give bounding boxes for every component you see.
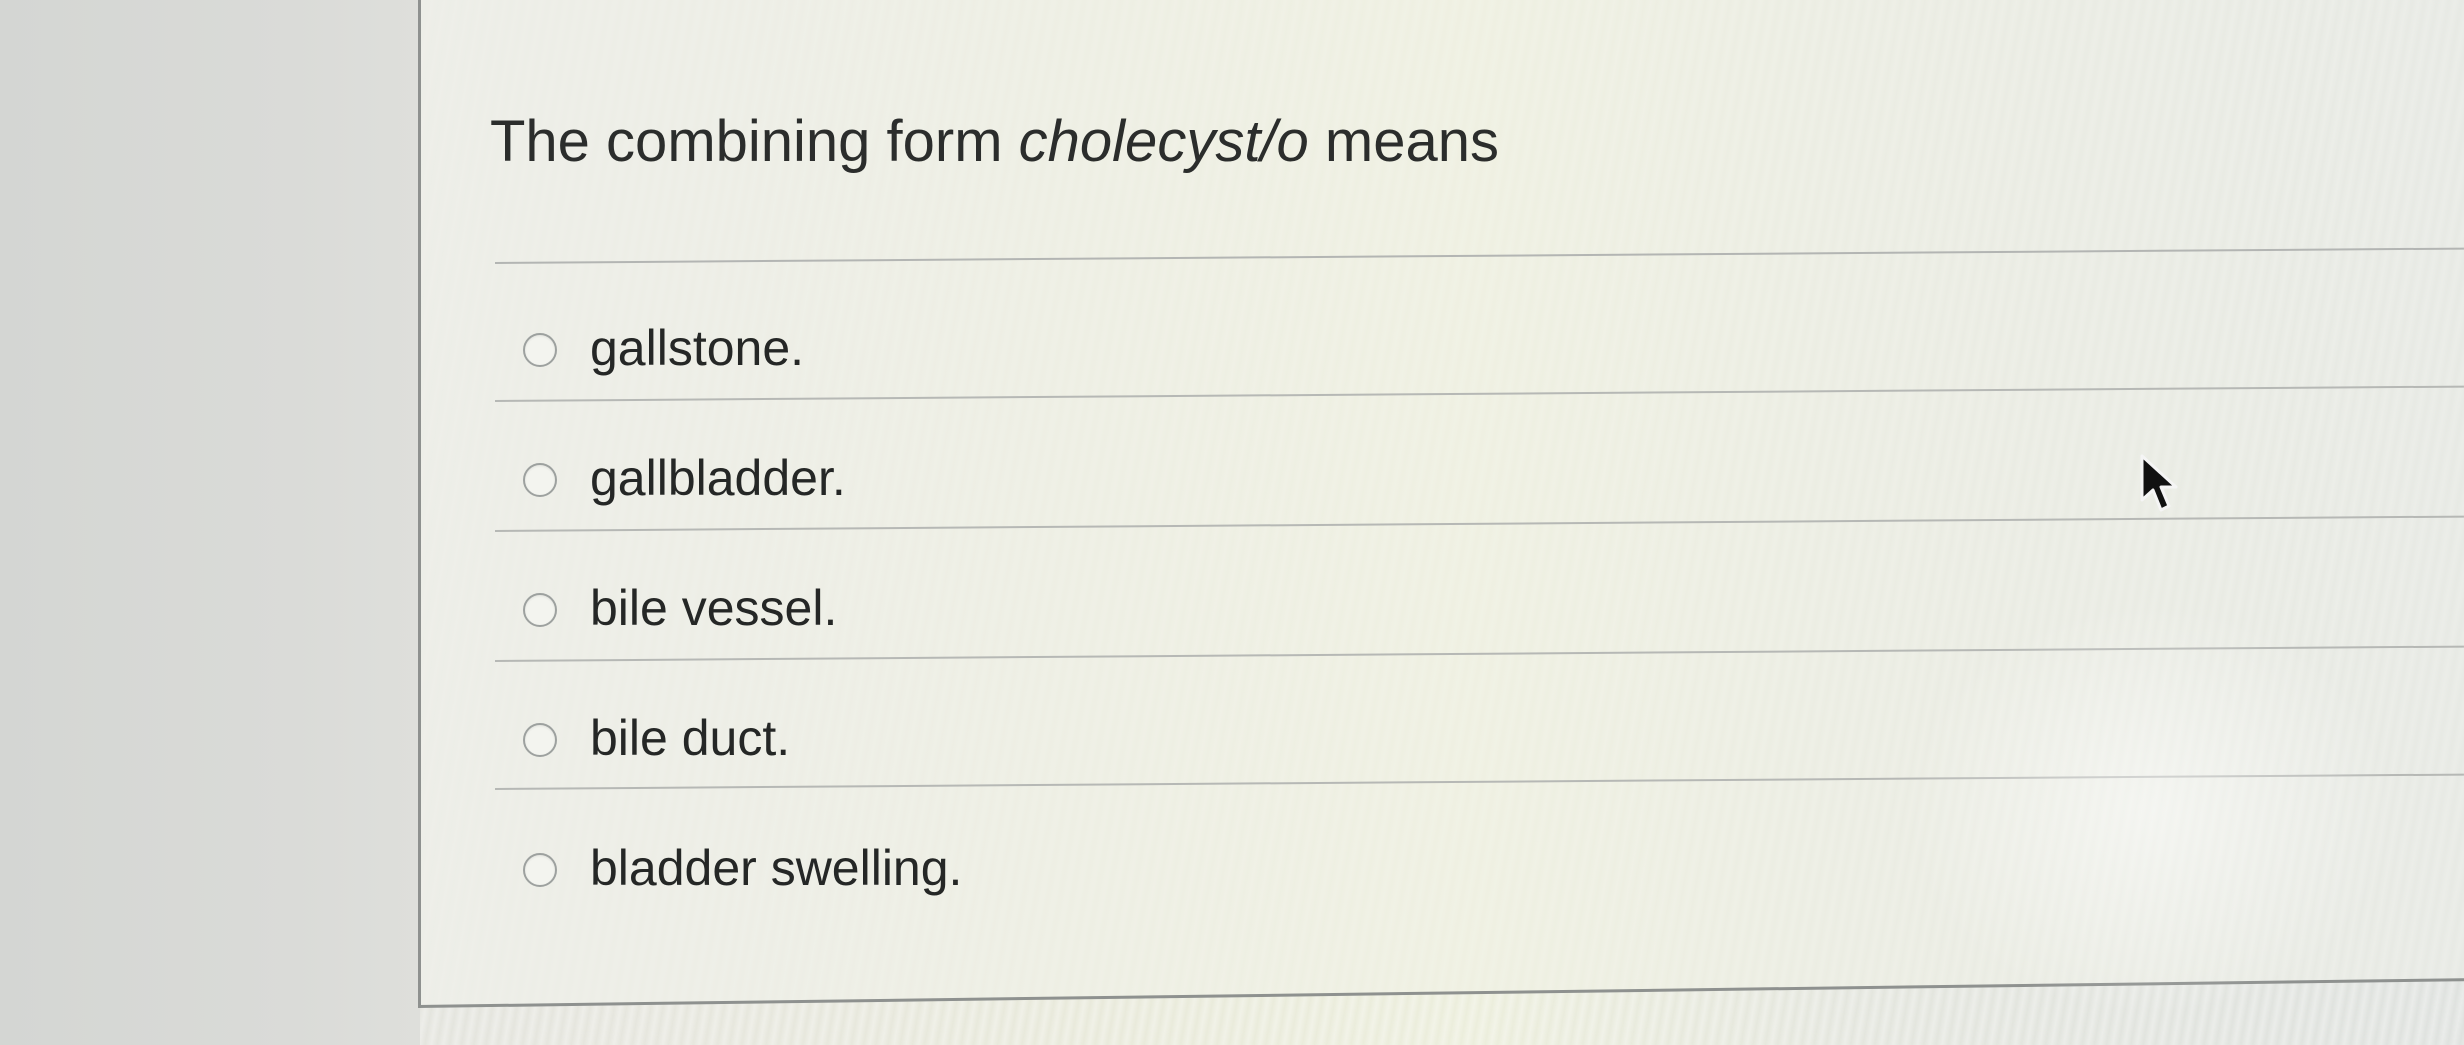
- question-suffix: means: [1308, 109, 1500, 174]
- radio-button[interactable]: [523, 853, 557, 887]
- option-bladder-swelling[interactable]: bladder swelling.: [515, 835, 1715, 915]
- radio-button[interactable]: [523, 333, 557, 367]
- option-label: bile duct.: [590, 710, 791, 766]
- radio-button[interactable]: [523, 593, 557, 627]
- option-label: gallstone.: [590, 320, 805, 376]
- question-term: cholecyst/o: [1018, 109, 1309, 174]
- arrow-cursor-icon: [2140, 454, 2178, 512]
- option-label: gallbladder.: [590, 450, 846, 506]
- option-bile-vessel[interactable]: bile vessel.: [515, 575, 1715, 655]
- option-label: bladder swelling.: [590, 840, 963, 896]
- option-gallstone[interactable]: gallstone.: [515, 315, 1715, 395]
- question-title: The combining form cholecyst/o means: [490, 108, 1499, 175]
- option-bile-duct[interactable]: bile duct.: [515, 705, 1715, 785]
- option-gallbladder[interactable]: gallbladder.: [515, 445, 1715, 525]
- radio-button[interactable]: [523, 463, 557, 497]
- background-left-strip: [0, 0, 420, 1045]
- question-prefix: The combining form: [490, 109, 1019, 174]
- option-label: bile vessel.: [590, 580, 838, 636]
- radio-button[interactable]: [523, 723, 557, 757]
